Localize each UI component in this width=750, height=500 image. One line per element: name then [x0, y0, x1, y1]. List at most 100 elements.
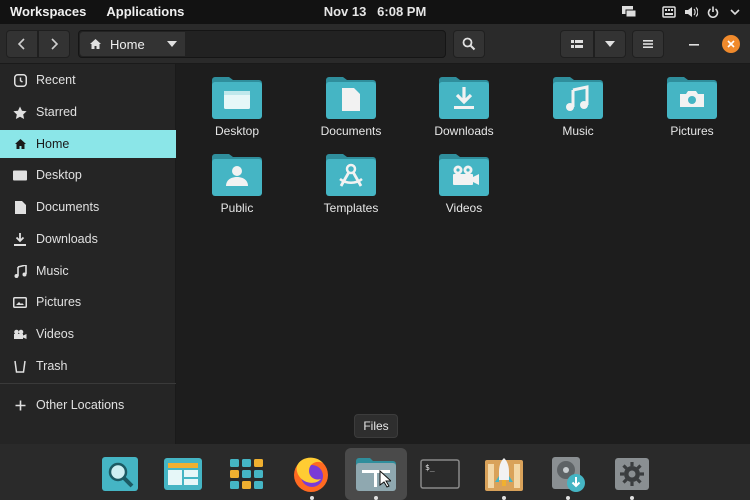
running-indicator: [630, 496, 634, 500]
folder-desktop-icon: [212, 77, 262, 119]
dock-item-files[interactable]: [345, 448, 407, 500]
folder-music[interactable]: Music: [528, 74, 628, 150]
dock-item-search[interactable]: [100, 454, 140, 494]
folder-pictures-icon: [667, 77, 717, 119]
desktop-icon: [13, 168, 27, 182]
sidebar-item-label: Videos: [36, 327, 74, 341]
folder-label: Documents: [320, 124, 382, 138]
dock-item-disk-installer[interactable]: [548, 454, 588, 494]
video-icon: [13, 327, 27, 341]
running-indicator: [502, 496, 506, 500]
terminal-icon: $_: [420, 459, 460, 489]
home-icon: [90, 39, 101, 49]
folder-templates-icon: [326, 154, 376, 196]
applications-button[interactable]: Applications: [96, 0, 194, 24]
folder-downloads[interactable]: Downloads: [414, 74, 514, 150]
folder-desktop[interactable]: Desktop: [187, 74, 287, 150]
firefox-icon: [294, 457, 328, 492]
sidebar-item-label: Documents: [36, 200, 100, 214]
location-segment-label: Home: [110, 36, 145, 52]
caret-down-icon[interactable]: [166, 41, 177, 47]
picture-icon: [13, 295, 27, 309]
mouse-cursor-icon: [379, 470, 391, 488]
sidebar-item-pictures[interactable]: Pictures: [0, 288, 176, 316]
sidebar-item-desktop[interactable]: Desktop: [0, 161, 176, 189]
folder-templates[interactable]: Templates: [301, 151, 401, 227]
sidebar-item-downloads[interactable]: Downloads: [0, 225, 176, 253]
dock-tooltip: Files: [354, 414, 398, 438]
workspaces-button[interactable]: Workspaces: [0, 0, 96, 24]
close-button[interactable]: [722, 35, 740, 53]
running-indicator: [374, 496, 378, 500]
volume-icon[interactable]: [682, 3, 700, 21]
disk-installer-icon: [552, 457, 585, 492]
clock-date[interactable]: Nov 13: [324, 4, 367, 19]
search-button[interactable]: [453, 30, 485, 58]
star-icon: [13, 105, 27, 119]
sidebar-item-home[interactable]: Home: [0, 130, 176, 158]
files-icon: [356, 458, 396, 491]
folder-downloads-icon: [439, 77, 489, 119]
folder-videos[interactable]: Videos: [414, 151, 514, 227]
sidebar-item-label: Other Locations: [36, 398, 125, 412]
plus-icon: [13, 398, 27, 412]
sidebar-item-documents[interactable]: Documents: [0, 193, 176, 221]
app-grid-icon: [230, 459, 263, 489]
folder-pictures[interactable]: Pictures: [642, 74, 742, 150]
folder-label: Desktop: [214, 124, 260, 138]
sidebar-item-label: Recent: [36, 73, 76, 87]
caret-down-icon: [605, 41, 615, 47]
view-options-button[interactable]: [594, 30, 626, 58]
header-bar: Home: [0, 24, 750, 64]
sidebar-item-label: Trash: [36, 359, 68, 373]
dock-item-firefox[interactable]: [291, 454, 331, 494]
folder-label: Videos: [445, 201, 483, 215]
chevron-left-icon: [17, 38, 25, 50]
dock-item-app-grid[interactable]: [227, 454, 267, 494]
keyboard-icon[interactable]: [660, 3, 678, 21]
power-icon[interactable]: [704, 3, 722, 21]
music-icon: [13, 264, 27, 278]
file-view: Desktop Documents Downloads Music Pictur…: [177, 64, 750, 444]
minimize-button[interactable]: [686, 36, 702, 52]
software-store-icon: [485, 458, 523, 491]
download-icon: [13, 232, 27, 246]
running-indicator: [310, 496, 314, 500]
folder-public[interactable]: Public: [187, 151, 287, 227]
dock-item-settings[interactable]: [612, 454, 652, 494]
forward-button[interactable]: [38, 30, 70, 58]
location-bar[interactable]: Home: [78, 30, 446, 58]
sidebar-item-trash[interactable]: Trash: [0, 352, 176, 380]
menu-button[interactable]: [632, 30, 664, 58]
sidebar-item-starred[interactable]: Starred: [0, 98, 176, 126]
search-app-icon: [102, 457, 138, 491]
folder-documents-icon: [326, 77, 376, 119]
folder-videos-icon: [439, 154, 489, 196]
search-icon: [462, 37, 476, 51]
folder-label: Pictures: [670, 124, 714, 138]
folder-documents[interactable]: Documents: [301, 74, 401, 150]
folder-music-icon: [553, 77, 603, 119]
sidebar-item-videos[interactable]: Videos: [0, 320, 176, 348]
clock-time[interactable]: 6:08 PM: [377, 4, 426, 19]
sidebar: Recent Starred Home Desktop Documents Do…: [0, 64, 176, 444]
view-mode-button[interactable]: [560, 30, 594, 58]
sidebar-item-music[interactable]: Music: [0, 257, 176, 285]
top-panel: Workspaces Applications Nov 13 6:08 PM: [0, 0, 750, 24]
dock-item-window-manager[interactable]: [163, 454, 203, 494]
sidebar-item-recent[interactable]: Recent: [0, 66, 176, 94]
dock-item-terminal[interactable]: $_: [420, 454, 460, 494]
home-icon: [13, 137, 27, 151]
sidebar-item-label: Desktop: [36, 168, 82, 182]
back-button[interactable]: [6, 30, 38, 58]
location-segment-home[interactable]: Home: [80, 32, 185, 56]
screen-share-icon[interactable]: [620, 3, 638, 21]
folder-label: Downloads: [434, 124, 494, 138]
chevron-right-icon: [51, 38, 59, 50]
folder-label: Templates: [323, 201, 379, 215]
folder-label: Public: [220, 201, 254, 215]
chevron-down-icon[interactable]: [726, 3, 744, 21]
dock-item-software-store[interactable]: [484, 454, 524, 494]
sidebar-item-other-locations[interactable]: Other Locations: [0, 391, 176, 419]
document-icon: [13, 200, 27, 214]
